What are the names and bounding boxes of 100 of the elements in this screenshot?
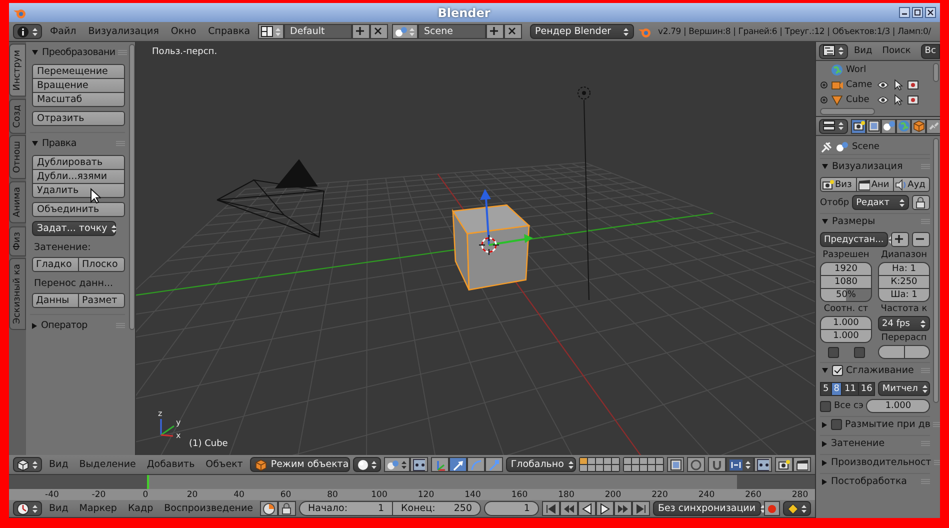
disclosure-triangle-icon[interactable] [32, 322, 37, 328]
editor-type-button[interactable] [13, 24, 42, 39]
checkbox[interactable] [854, 347, 864, 358]
scale-manipulator-button[interactable] [484, 457, 503, 472]
render-button[interactable]: Виз [820, 177, 858, 192]
menu-item[interactable]: Воспроизведение [160, 503, 258, 514]
menu-item[interactable]: Вид [850, 46, 876, 56]
panel-header[interactable]: Размытие при дв [820, 416, 930, 432]
shelf-tab[interactable]: Созд [9, 98, 26, 134]
shelf-tab[interactable]: Эскизный ка [9, 258, 26, 330]
tool-button[interactable]: Объединить [32, 202, 125, 217]
number-field[interactable]: К:250 [878, 275, 930, 289]
render-still-button[interactable] [775, 457, 793, 472]
tool-button[interactable]: Перемещение [32, 64, 125, 79]
pivot-dropdown[interactable] [384, 457, 410, 472]
menu-item[interactable]: Справка [204, 26, 254, 37]
manipulator-toggle-button[interactable] [430, 457, 449, 472]
sample-count-button[interactable]: 5 [820, 382, 832, 396]
grip-icon[interactable] [118, 50, 128, 55]
tool-button[interactable]: Дубли...язями [32, 169, 125, 184]
preset-dropdown[interactable]: Предустан... [820, 232, 888, 247]
filter-dropdown[interactable]: Митчел [878, 381, 930, 396]
minimize-icon[interactable] [899, 7, 910, 18]
number-field[interactable] [878, 345, 904, 359]
number-field[interactable]: 1080 [820, 275, 872, 289]
previous-keyframe-button[interactable] [560, 501, 578, 516]
disclosure-triangle-icon[interactable] [822, 460, 827, 466]
sample-count-button[interactable]: 11 [842, 382, 859, 396]
editor-type-button[interactable] [819, 118, 848, 134]
jump-to-end-button[interactable] [632, 501, 650, 516]
editor-type-button[interactable] [13, 457, 42, 472]
orientation-dropdown[interactable]: Глобально [506, 457, 576, 472]
disclosure-triangle-icon[interactable] [822, 219, 828, 224]
number-field[interactable]: 1.000 [820, 316, 872, 330]
menu-item[interactable]: Вид [45, 459, 72, 470]
panel-header[interactable]: Сглаживание [820, 362, 930, 378]
menu-item[interactable]: Поиск [878, 46, 915, 56]
checkbox[interactable] [828, 347, 838, 358]
menu-item[interactable]: Добавить [142, 459, 199, 470]
delete-button[interactable] [504, 24, 522, 39]
eye-icon[interactable] [877, 94, 889, 106]
jump-to-start-button[interactable] [542, 501, 560, 516]
shelf-tab[interactable]: Отнош [9, 135, 26, 180]
number-field[interactable]: 1.000 [820, 329, 872, 343]
cursor-arrow-icon[interactable] [892, 78, 904, 90]
menu-item[interactable]: Маркер [75, 503, 121, 514]
snap-target-button[interactable] [754, 457, 772, 472]
scene-name-field[interactable]: Scene [418, 24, 486, 39]
panel-header[interactable]: Преобразовани [30, 44, 125, 61]
close-icon[interactable] [925, 7, 936, 18]
properties-tab[interactable] [851, 118, 866, 134]
tool-button[interactable]: Дублировать [32, 155, 125, 170]
menu-item[interactable]: Кадр [124, 503, 158, 514]
current-frame-field[interactable]: 1 [484, 501, 539, 516]
disclosure-triangle-icon[interactable] [822, 164, 828, 169]
menu-item[interactable]: Визуализация [84, 26, 163, 37]
render-animation-button[interactable] [793, 457, 811, 472]
disclosure-triangle-icon[interactable] [822, 440, 827, 446]
start-frame-field[interactable]: Начало: 1 [299, 501, 394, 516]
layout-name-field[interactable]: Default [284, 24, 352, 39]
sample-count-button[interactable]: 16 [858, 382, 876, 396]
checkbox[interactable] [832, 365, 843, 376]
disclosure-triangle-icon[interactable] [32, 50, 38, 55]
shelf-tab[interactable]: Инструм [9, 44, 26, 97]
lock-button[interactable] [278, 501, 296, 516]
menu-item[interactable]: Файл [46, 26, 80, 37]
panel-header[interactable]: Оператор [30, 317, 125, 334]
layer-grid[interactable] [578, 457, 620, 472]
proportional-edit-button[interactable] [687, 457, 705, 472]
number-field[interactable]: Ша: 1 [878, 288, 930, 302]
editor-type-button[interactable] [13, 501, 42, 516]
add-button[interactable] [352, 24, 370, 39]
lock-button[interactable] [912, 195, 930, 210]
layer-grid[interactable] [622, 457, 664, 472]
checkbox[interactable] [820, 400, 831, 412]
pivot-toggle-button[interactable] [410, 457, 428, 472]
outliner-row[interactable]: Cube [820, 93, 932, 106]
screen-layout-button[interactable] [258, 24, 284, 39]
dropdown[interactable]: Задат... точку [32, 221, 116, 236]
delete-button[interactable] [370, 24, 388, 39]
properties-tab[interactable] [896, 118, 911, 134]
tool-button[interactable]: Плоско [79, 257, 125, 272]
tool-button[interactable]: Вращение [32, 78, 125, 93]
number-field[interactable] [904, 345, 930, 359]
shelf-tab[interactable]: Анима [9, 181, 26, 224]
checkbox[interactable] [831, 419, 842, 430]
expand-icon[interactable] [820, 96, 828, 104]
translate-manipulator-button[interactable] [448, 457, 467, 472]
filter-dropdown[interactable]: Вс [920, 44, 940, 58]
add-button[interactable] [486, 24, 504, 39]
scene-button[interactable] [392, 24, 418, 39]
outliner-row[interactable]: Came [820, 78, 932, 91]
play-reverse-button[interactable] [578, 501, 596, 516]
snap-element-dropdown[interactable] [726, 457, 754, 472]
properties-tab[interactable] [866, 118, 881, 134]
expand-icon[interactable] [820, 80, 828, 88]
tool-button[interactable]: Удалить [32, 183, 125, 198]
camera-icon[interactable] [907, 94, 919, 106]
number-field[interactable]: На: 1 [878, 262, 930, 276]
keying-set-dropdown[interactable] [783, 501, 811, 516]
